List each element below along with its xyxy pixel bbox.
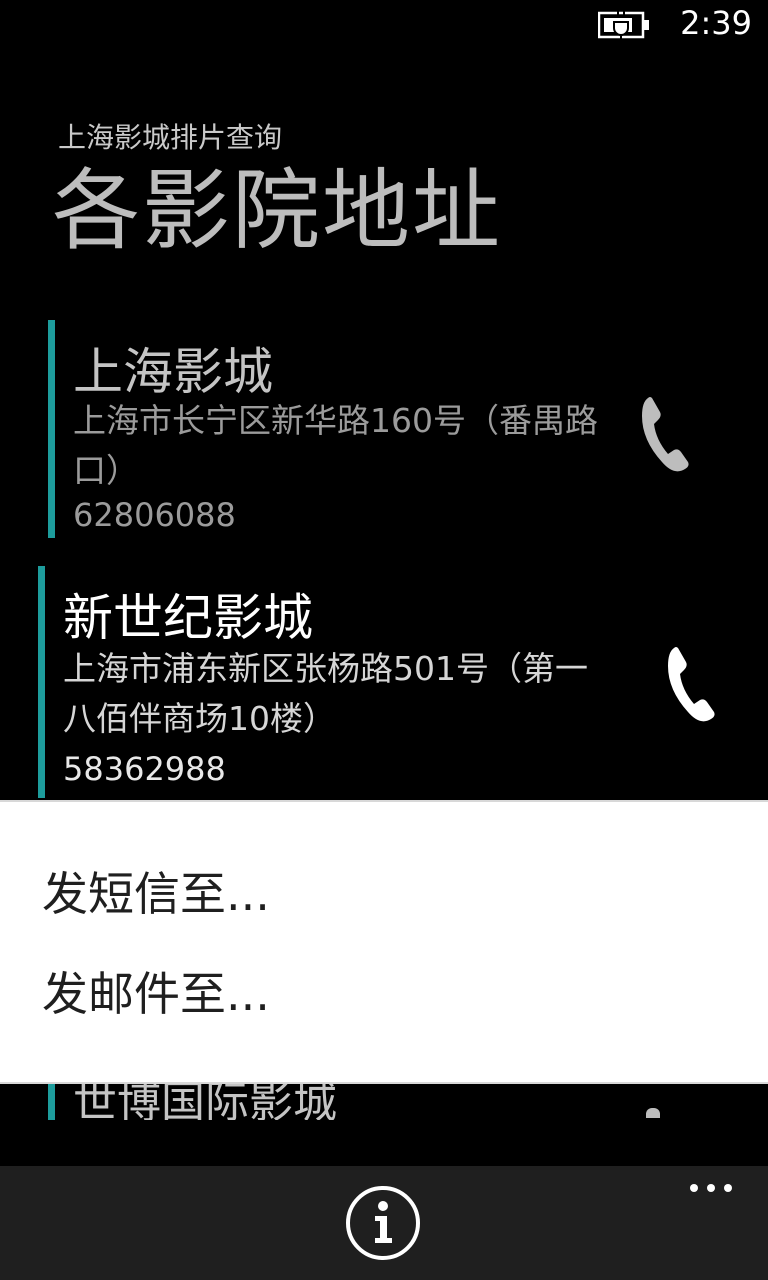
cinema-name: 世博国际影城 — [73, 1080, 337, 1120]
app-title: 上海影城排片查询 — [58, 121, 283, 154]
menu-item-send-sms[interactable]: 发短信至... — [42, 858, 270, 924]
app-bar — [0, 1166, 768, 1280]
cinema-address: 上海市浦东新区张杨路501号（第一八佰伴商场10楼） — [63, 649, 588, 738]
list-item-cinema[interactable]: 新世纪影城 上海市浦东新区张杨路501号（第一八佰伴商场10楼） 5836298… — [38, 566, 738, 798]
phone-icon[interactable] — [638, 396, 690, 472]
cinema-name: 上海影城 — [73, 343, 273, 401]
status-bar: 2:39 — [0, 0, 768, 48]
list-item-cinema[interactable]: 世博国际影城 — [48, 1080, 748, 1120]
accent-bar — [48, 1080, 55, 1120]
info-icon[interactable] — [344, 1184, 422, 1262]
menu-item-send-email[interactable]: 发邮件至... — [42, 958, 270, 1024]
cinema-name: 新世纪影城 — [63, 589, 313, 647]
accent-bar — [38, 566, 45, 798]
cinema-phone: 62806088 — [73, 496, 236, 534]
cinema-phone: 58362988 — [63, 750, 226, 788]
phone-icon[interactable] — [664, 646, 716, 722]
accent-bar — [48, 320, 55, 538]
list-item-cinema[interactable]: 上海影城 上海市长宁区新华路160号（番禺路口） 62806088 — [48, 320, 738, 540]
cinema-address: 上海市长宁区新华路160号（番禺路口） — [73, 401, 598, 490]
more-dots-icon[interactable] — [688, 1180, 734, 1196]
phone-icon[interactable] — [646, 1108, 660, 1118]
page-title: 各影院地址 — [52, 159, 503, 262]
clock: 2:39 — [680, 4, 752, 42]
battery-charging-icon — [598, 10, 649, 40]
context-menu: 发短信至... 发邮件至... — [0, 800, 768, 1084]
